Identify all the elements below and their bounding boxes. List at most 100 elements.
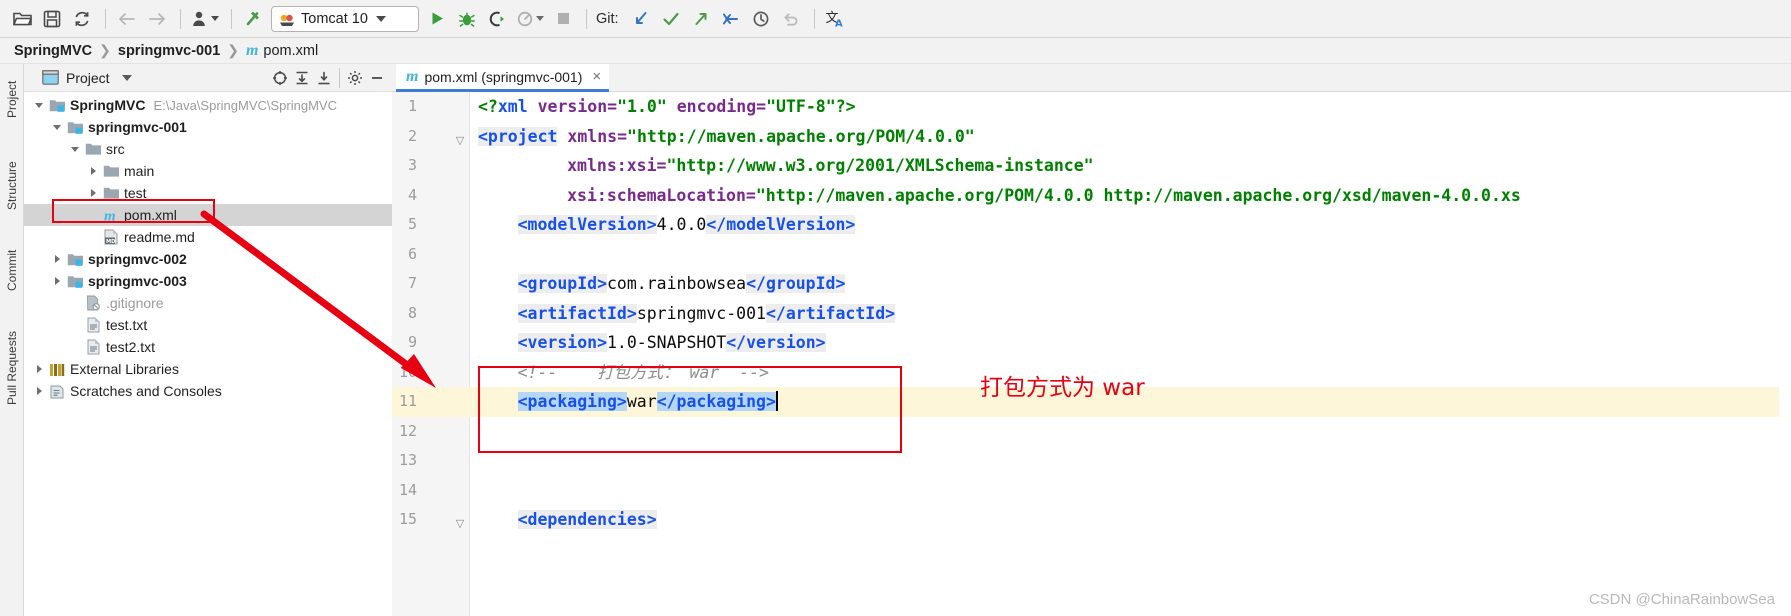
collapse-all-icon[interactable] xyxy=(313,67,335,89)
git-branch-merge-icon[interactable] xyxy=(717,5,745,33)
chevron-down-icon[interactable] xyxy=(50,120,64,134)
tree-row[interactable]: test2.txt xyxy=(24,336,392,358)
run-with-coverage-button[interactable] xyxy=(483,5,511,33)
git-commit-icon[interactable] xyxy=(657,5,685,33)
tree-row[interactable]: External Libraries xyxy=(24,358,392,380)
code-line: <project xmlns="http://maven.apache.org/… xyxy=(478,122,975,152)
project-panel-caret-icon[interactable] xyxy=(121,74,132,81)
settings-gear-icon[interactable] xyxy=(344,67,366,89)
tree-row[interactable]: springmvc-001 xyxy=(24,116,392,138)
tree-row[interactable]: test xyxy=(24,182,392,204)
chevron-right-icon[interactable] xyxy=(50,274,64,288)
run-configuration-selector[interactable]: Tomcat 10 xyxy=(271,5,419,32)
code-token: com.rainbowsea xyxy=(607,274,747,293)
code-token: <modelVersion> xyxy=(517,215,657,234)
chevron-right-icon[interactable] xyxy=(32,362,46,376)
translate-icon[interactable]: 文 A xyxy=(822,5,850,33)
breadcrumb-item-module[interactable]: springmvc-001 xyxy=(118,43,220,59)
editor-vertical-scrollbar[interactable] xyxy=(1779,92,1791,616)
chevron-down-icon[interactable] xyxy=(32,98,46,112)
tomcat-icon xyxy=(280,14,294,26)
scratches-icon xyxy=(48,383,66,399)
code-line: <dependencies> xyxy=(517,505,657,535)
tree-item-label: pom.xml xyxy=(124,207,177,223)
code-token: <dependencies> xyxy=(517,510,657,529)
tree-row[interactable]: .gitignore xyxy=(24,292,392,314)
chevron-right-icon[interactable] xyxy=(32,384,46,398)
open-folder-icon[interactable] xyxy=(8,5,36,33)
build-hammer-icon[interactable] xyxy=(239,5,267,33)
folder-icon xyxy=(102,185,120,201)
tree-row[interactable]: MD readme.md xyxy=(24,226,392,248)
svg-text:MD: MD xyxy=(106,239,116,245)
tree-item-label: External Libraries xyxy=(70,361,179,377)
user-profile-icon[interactable] xyxy=(188,5,222,33)
profile-caret-icon[interactable] xyxy=(536,16,544,21)
profile-button[interactable] xyxy=(513,5,547,33)
tree-row[interactable]: Scratches and Consoles xyxy=(24,380,392,402)
tree-row[interactable]: SpringMVC E:\Java\SpringMVC\SpringMVC xyxy=(24,94,392,116)
tree-item-label: SpringMVC xyxy=(70,97,146,113)
line-number: 9 xyxy=(407,333,417,351)
tool-window-project[interactable]: Project xyxy=(0,70,24,128)
toolbar-divider-4 xyxy=(586,8,587,29)
tree-row[interactable]: main xyxy=(24,160,392,182)
tree-row[interactable]: springmvc-002 xyxy=(24,248,392,270)
save-all-icon[interactable] xyxy=(38,5,66,33)
code-line: <modelVersion>4.0.0</modelVersion> xyxy=(517,210,856,240)
code-token: springmvc-001 xyxy=(636,303,766,323)
code-token: "1.0" xyxy=(617,97,667,116)
run-config-caret-icon[interactable] xyxy=(375,15,386,22)
sync-refresh-icon[interactable] xyxy=(68,5,96,33)
tab-title: pom.xml (springmvc-001) xyxy=(424,68,583,85)
git-rollback-icon[interactable] xyxy=(777,5,805,33)
maven-m-icon: m xyxy=(102,207,120,224)
tree-row[interactable]: test.txt xyxy=(24,314,392,336)
code-token: 4.0.0 xyxy=(656,215,707,234)
chevron-down-icon[interactable] xyxy=(68,142,82,156)
code-token: 1.0-SNAPSHOT xyxy=(607,333,727,352)
expand-all-icon[interactable] xyxy=(291,67,313,89)
tree-row[interactable]: src xyxy=(24,138,392,160)
toolbar-divider-5 xyxy=(813,8,815,29)
tool-window-pull-requests[interactable]: Pull Requests xyxy=(0,320,24,416)
tool-window-commit[interactable]: Commit xyxy=(0,240,24,300)
git-push-icon[interactable] xyxy=(687,5,715,33)
back-icon[interactable] xyxy=(113,5,141,33)
chevron-right-icon[interactable] xyxy=(86,164,100,178)
project-panel-title: Project xyxy=(66,69,110,86)
fold-marker-project[interactable]: ▽ xyxy=(454,136,466,148)
forward-icon[interactable] xyxy=(143,5,171,33)
breadcrumb-item-file[interactable]: pom.xml xyxy=(263,43,318,59)
select-opened-file-icon[interactable] xyxy=(269,67,291,89)
code-line: xmlns:xsi="http://www.w3.org/2001/XMLSch… xyxy=(567,151,1094,181)
tool-window-structure[interactable]: Structure xyxy=(0,150,24,222)
close-icon[interactable]: × xyxy=(592,69,601,84)
hide-panel-icon[interactable] xyxy=(366,67,388,89)
chevron-right-icon[interactable] xyxy=(50,252,64,266)
stop-button[interactable] xyxy=(549,5,577,33)
breadcrumb-item-project[interactable]: SpringMVC xyxy=(14,43,92,59)
line-number: 1 xyxy=(407,97,417,115)
git-update-project-icon[interactable] xyxy=(627,5,655,33)
tab-pom-xml[interactable]: m pom.xml (springmvc-001) × xyxy=(396,64,610,92)
toolbar-divider-2 xyxy=(180,8,181,29)
git-history-icon[interactable] xyxy=(747,5,775,33)
debug-button[interactable] xyxy=(453,5,481,33)
tree-row[interactable]: springmvc-003 xyxy=(24,270,392,292)
editor-tab-bar: m pom.xml (springmvc-001) × xyxy=(392,64,1791,92)
tree-row[interactable]: m pom.xml xyxy=(24,204,392,226)
code-token: xmlns= xyxy=(567,126,628,146)
code-editor[interactable]: 1 2 3 4 5 6 7 8 9 10 11 12 13 14 15 ▽ ▽ <?xml version=… xyxy=(392,92,1791,616)
code-token: xml xyxy=(497,97,528,116)
line-number: 3 xyxy=(407,156,417,174)
code-line: <?xml version="1.0" encoding="UTF-8"?> xyxy=(478,92,856,122)
run-button[interactable] xyxy=(423,5,451,33)
fold-marker-dependencies[interactable]: ▽ xyxy=(454,519,466,531)
svg-text:m: m xyxy=(104,209,116,224)
project-tree: SpringMVC E:\Java\SpringMVC\SpringMVC spri… xyxy=(24,92,392,616)
chevron-right-icon[interactable] xyxy=(86,186,100,200)
toolbar-divider-3 xyxy=(231,8,232,29)
